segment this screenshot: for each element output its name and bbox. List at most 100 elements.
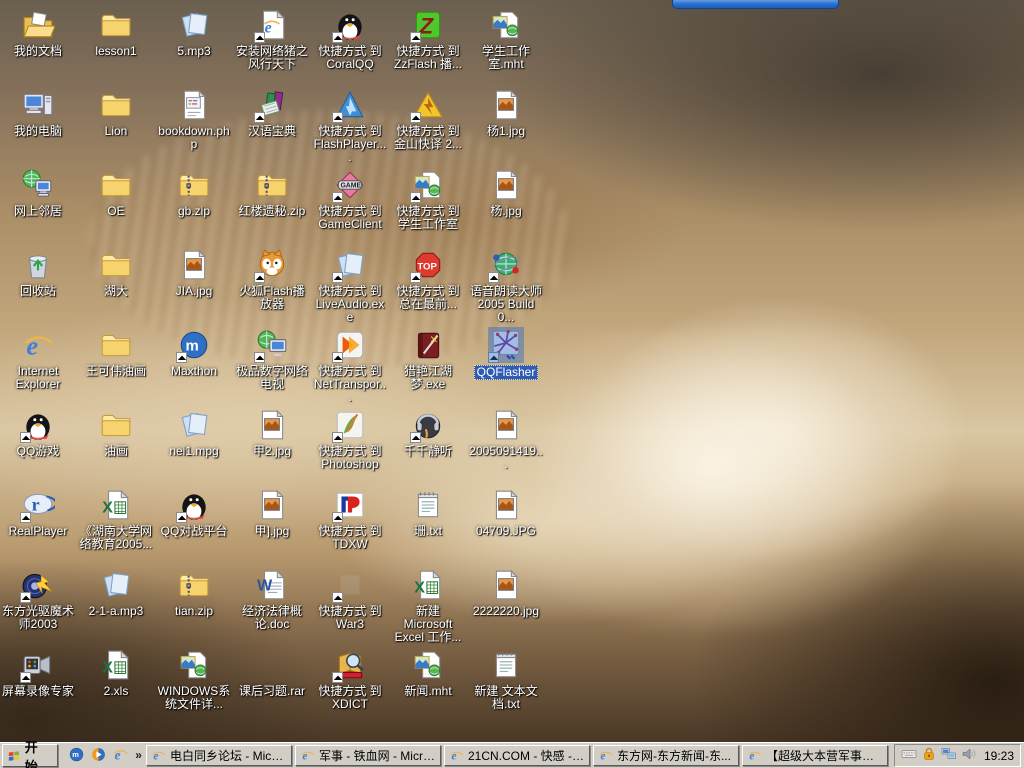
desktop-icon[interactable]: 快捷方式 到 CoralQQ <box>312 8 388 73</box>
network-tray-icon[interactable] <box>941 746 957 765</box>
desktop-icon[interactable]: GAME快捷方式 到 GameClient <box>312 168 388 233</box>
desktop-icon[interactable]: X《湖南大学网络教育2005... <box>78 488 154 553</box>
desktop-icon[interactable]: 课后习题.rar <box>234 648 310 700</box>
rar-icon <box>255 648 289 682</box>
desktop-icon[interactable]: 我的文档 <box>0 8 76 60</box>
desktop-icon-label: QQ对战平台 <box>160 525 229 538</box>
taskbar-window-button[interactable]: e东方网-东方新闻-东... <box>593 745 739 766</box>
folder-icon <box>99 328 133 362</box>
folderDocs-icon <box>21 8 55 42</box>
desktop-icon-label: 我的文档 <box>13 45 63 58</box>
desktop-icon-label: 经济法律概论.doc <box>234 605 310 631</box>
desktop-icon[interactable]: bookdown.php <box>156 88 232 153</box>
desktop-icon-label: 快捷方式 到 GameClient <box>312 205 388 231</box>
messenger-tray-icon[interactable] <box>921 746 937 765</box>
desktop-icon[interactable]: W经济法律概论.doc <box>234 568 310 633</box>
start-button[interactable]: 开始 <box>2 744 58 767</box>
desktop-icon[interactable]: 东方光驱魔术师2003 <box>0 568 76 633</box>
desktop-icon[interactable]: 快捷方式 到 War3 <box>312 568 388 633</box>
desktop-icon[interactable]: 快捷方式 到 LiveAudio.exe <box>312 248 388 326</box>
desktop-icon[interactable]: Z快捷方式 到 ZzFlash 播... <box>390 8 466 73</box>
desktop-icon[interactable]: X2.xls <box>78 648 154 700</box>
imgfile-icon <box>255 488 289 522</box>
taskbar-window-button[interactable]: e电白同乡论坛 - Micro... <box>146 745 292 766</box>
desktop-icon[interactable]: 猎艳江湖梦.exe <box>390 328 466 393</box>
desktop-icon[interactable]: 甲2.jpg <box>234 408 310 460</box>
shortcut-arrow-icon <box>332 432 343 443</box>
desktop-icon[interactable]: 回收站 <box>0 248 76 300</box>
desktop-icon[interactable]: 汉语宝典 <box>234 88 310 140</box>
desktop-icon[interactable]: 新建 文本文档.txt <box>468 648 544 713</box>
desktop-icon[interactable]: TOP快捷方式 到 总在最前... <box>390 248 466 313</box>
desktop-icon[interactable]: 5.mp3 <box>156 8 232 60</box>
mht-icon <box>411 648 445 682</box>
desktop-icon[interactable]: 红楼遗秘.zip <box>234 168 310 220</box>
desktop-icon[interactable]: rRealPlayer <box>0 488 76 540</box>
desktop-icon[interactable]: 快捷方式 到 学生工作室 <box>390 168 466 233</box>
quicklaunch-overflow-chevron[interactable]: » <box>133 748 146 764</box>
desktop-icon[interactable]: 2005091419... <box>468 408 544 473</box>
internet-explorer-icon: e <box>151 748 166 763</box>
desktop-icon[interactable]: 千千静听 <box>390 408 466 460</box>
desktop-icon[interactable]: 快捷方式 到 NetTranspor... <box>312 328 388 406</box>
desktop-icon-label: tian.zip <box>174 605 214 618</box>
desktop-icon[interactable]: QQ游戏 <box>0 408 76 460</box>
desktop-icon[interactable]: 屏幕录像专家 <box>0 648 76 700</box>
recycle-icon <box>21 248 55 282</box>
desktop-icon[interactable]: 2222220.jpg <box>468 568 544 620</box>
taskbar-window-button[interactable]: e21CN.COM - 快感 - Mi... <box>444 745 590 766</box>
desktop-icon[interactable]: 湖大 <box>78 248 154 300</box>
desktop-icon[interactable]: WINDOWS系统文件详... <box>156 648 232 713</box>
autohide-window-peek[interactable] <box>672 0 839 9</box>
svg-text:X: X <box>414 579 425 596</box>
internet-explorer-quicklaunch-icon[interactable]: e <box>112 746 129 766</box>
desktop-icon[interactable]: 快捷方式 到 FlashPlayer.... <box>312 88 388 166</box>
desktop-icon[interactable]: 新闻.mht <box>390 648 466 700</box>
desktop-icon[interactable]: 极品数字网络电视 <box>234 328 310 393</box>
desktop-icon[interactable]: JIA.jpg <box>156 248 232 300</box>
desktop-icon[interactable]: 杨1.jpg <box>468 88 544 140</box>
desktop-icon[interactable]: 杨.jpg <box>468 168 544 220</box>
imgfile-icon <box>255 408 289 442</box>
desktop-icon[interactable]: lesson1 <box>78 8 154 60</box>
desktop-icon[interactable]: QQ对战平台 <box>156 488 232 540</box>
desktop-icon[interactable]: 我的电脑 <box>0 88 76 140</box>
desktop-icon[interactable]: 学生工作室.mht <box>468 8 544 73</box>
taskbar-window-button[interactable]: e【超级大本营军事论... <box>742 745 888 766</box>
desktop-icon[interactable]: 2-1-a.mp3 <box>78 568 154 620</box>
volume-tray-icon[interactable] <box>961 746 977 765</box>
desktop-icon[interactable]: 甲].jpg <box>234 488 310 540</box>
desktop-icon[interactable]: mMaxthon <box>156 328 232 380</box>
desktop-icon[interactable]: 王可伟油画 <box>78 328 154 380</box>
desktop-icon[interactable]: gb.zip <box>156 168 232 220</box>
desktop-icon[interactable]: eInternet Explorer <box>0 328 76 393</box>
mht-icon <box>411 168 445 202</box>
maxthon-quicklaunch-icon[interactable]: m <box>68 746 85 766</box>
desktop-icon-label: 04709.JPG <box>475 525 537 538</box>
desktop-icon[interactable]: 快捷方式 到 TDXW <box>312 488 388 553</box>
folder-icon <box>99 88 133 122</box>
desktop-icon[interactable]: 04709.JPG <box>468 488 544 540</box>
desktop-icon[interactable]: 快捷方式 到 Photoshop <box>312 408 388 473</box>
media-player-quicklaunch-icon[interactable] <box>90 746 107 766</box>
shortcut-arrow-icon <box>332 512 343 523</box>
desktop-icon[interactable]: nei1.mpg <box>156 408 232 460</box>
desktop-icon[interactable]: 火狐Flash播放器 <box>234 248 310 313</box>
desktop-icon[interactable]: OE <box>78 168 154 220</box>
desktop-icon[interactable]: e安装网络猪之风行天下 <box>234 8 310 73</box>
taskbar-window-button[interactable]: e军事 - 铁血网 - Micro... <box>295 745 441 766</box>
desktop-icon[interactable]: 快捷方式 到 XDICT <box>312 648 388 713</box>
desktop-icon[interactable]: 网上邻居 <box>0 168 76 220</box>
desktop-icon[interactable]: tian.zip <box>156 568 232 620</box>
desktop-icon[interactable]: Lion <box>78 88 154 140</box>
desktop-icon[interactable]: 快捷方式 到 金山快译 2... <box>390 88 466 153</box>
desktop-icon[interactable]: 油画 <box>78 408 154 460</box>
desktop-icon[interactable]: 珊.txt <box>390 488 466 540</box>
desktop-icon[interactable]: QQFlasher <box>468 328 544 381</box>
desktop-icon-label: 新建 文本文档.txt <box>468 685 544 711</box>
cdmagic-icon <box>21 568 55 602</box>
shortcut-arrow-icon <box>410 112 421 123</box>
input-method-keyboard-icon[interactable] <box>901 746 917 765</box>
desktop-icon[interactable]: 语音朗读大师 2005 Build 0... <box>468 248 544 326</box>
desktop-icon[interactable]: X新建 Microsoft Excel 工作... <box>390 568 466 646</box>
